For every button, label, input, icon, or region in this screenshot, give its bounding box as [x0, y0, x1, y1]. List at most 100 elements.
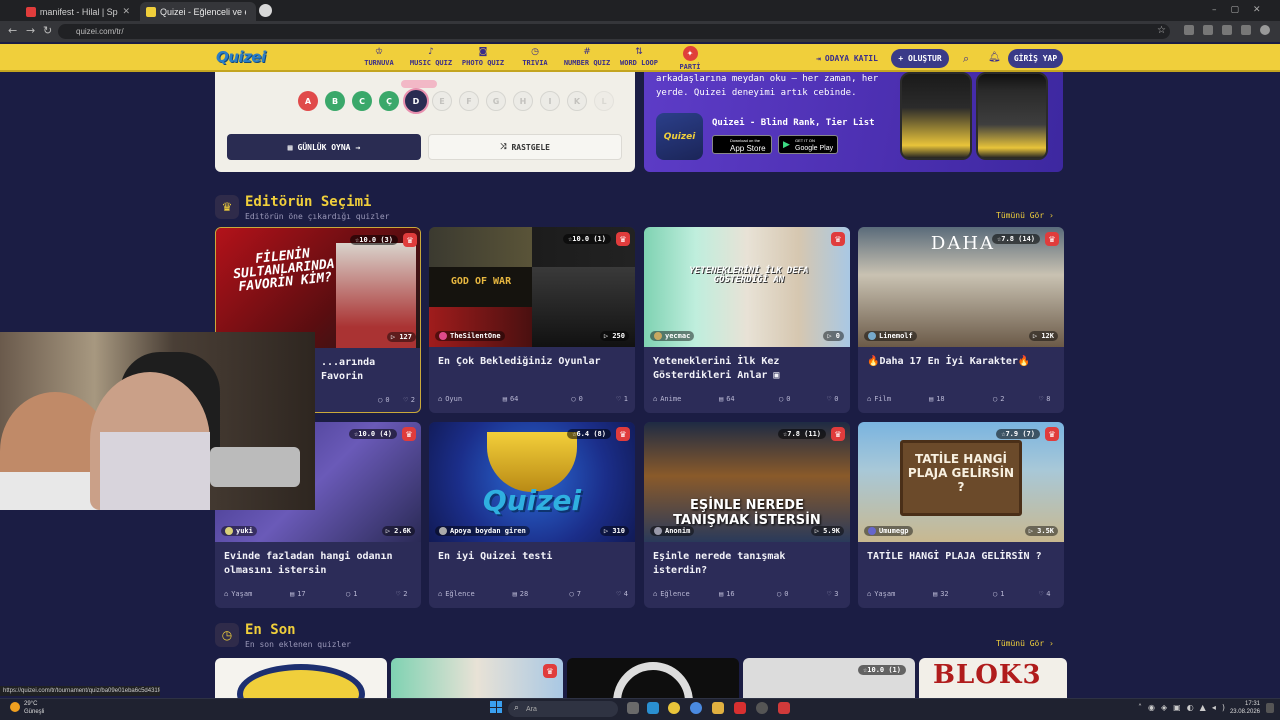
favorite-icon[interactable]: ♛ — [1045, 427, 1059, 441]
shuffle-icon: ⤨ — [500, 142, 507, 151]
favorite-icon[interactable]: ♛ — [403, 233, 417, 247]
app-icon[interactable] — [756, 702, 768, 714]
app-icon[interactable] — [690, 702, 702, 714]
author-chip: Umumegp — [864, 526, 913, 536]
favorite-icon[interactable]: ♛ — [1045, 232, 1059, 246]
rating-badge: ☆7.8 (14) — [992, 234, 1040, 244]
quiz-card[interactable]: EŞİNLE NEREDE TANIŞMAK İSTERSİN ☆7.8 (11… — [644, 422, 850, 608]
google-play-button[interactable]: ▶ GET IT ON Google Play — [778, 135, 838, 154]
browser-tab-active[interactable]: Quizei - Eğlenceli ve etkileşimli — [140, 2, 256, 21]
clock[interactable]: 17:31 23.08.2026 — [1228, 700, 1260, 716]
letter-circle[interactable]: H — [513, 91, 533, 111]
random-button[interactable]: ⤨ RASTGELE — [428, 134, 622, 160]
quiz-card[interactable]: Quizei ☆6.4 (8) ♛ Apoya boydan giren ▷ 3… — [429, 422, 635, 608]
favorite-icon[interactable]: ♛ — [616, 427, 630, 441]
bookmark-star-icon[interactable]: ☆ — [1157, 25, 1166, 36]
site-logo[interactable]: Quizei — [216, 48, 266, 66]
favorite-icon[interactable]: ♛ — [831, 232, 845, 246]
author-chip: Anonim — [650, 526, 695, 536]
system-tray-icons[interactable]: ˄◉◈▣◐▲◂) — [1138, 703, 1231, 712]
quiz-card[interactable]: ☆10.0 (1) — [743, 658, 915, 698]
search-icon[interactable]: ⌕ — [963, 52, 969, 66]
quiz-card[interactable]: GOD OF WAR ☆10.0 (1) ♛ TheSilentOne ▷ 25… — [429, 227, 635, 413]
letter-circle[interactable]: F — [459, 91, 479, 111]
url-bar[interactable]: quizei.com/tr/ — [58, 24, 1170, 39]
quiz-title: Evinde fazladan hangi odanın olmasını is… — [224, 551, 393, 576]
letter-circle[interactable]: K — [567, 91, 587, 111]
weather-icon[interactable] — [10, 702, 20, 712]
letter-circle-current[interactable]: D — [403, 88, 429, 114]
new-tab-icon[interactable] — [259, 4, 272, 17]
notification-icon[interactable] — [1266, 703, 1274, 713]
favorite-icon[interactable]: ♛ — [543, 664, 557, 678]
sidebar-icon[interactable] — [1241, 25, 1251, 35]
quiz-card[interactable]: ♛ — [391, 658, 563, 698]
app-store-button[interactable]: Download on the App Store — [712, 135, 772, 154]
favorite-icon[interactable]: ♛ — [616, 232, 630, 246]
join-room-button[interactable]: ⇥ ODAYA KATIL — [812, 49, 882, 68]
weather-widget[interactable]: 29°C Güneşli — [24, 700, 44, 716]
nav-trivia[interactable]: ◷ TRIVIA — [520, 47, 550, 67]
nav-tournament[interactable]: ♔ TURNUVA — [363, 47, 395, 67]
bell-icon[interactable]: 🔔︎ — [988, 52, 1001, 63]
favorite-icon[interactable]: ♛ — [831, 427, 845, 441]
create-button[interactable]: + OLUŞTUR — [891, 49, 949, 68]
taskbar-search[interactable]: ⌕ Ara — [508, 701, 618, 717]
back-icon[interactable]: ← — [8, 24, 17, 37]
profile-avatar[interactable] — [1260, 25, 1270, 35]
nav-music-quiz[interactable]: ♪ MUSIC QUIZ — [409, 47, 453, 67]
forward-icon[interactable]: → — [26, 24, 35, 37]
see-all-link[interactable]: Tümünü Gör › — [996, 211, 1054, 220]
nav-party[interactable]: ✦ PARTİ — [677, 46, 703, 71]
extension-icon[interactable] — [1203, 25, 1213, 35]
quiz-thumbnail: EŞİNLE NEREDE TANIŞMAK İSTERSİN ☆7.8 (11… — [644, 422, 850, 542]
letter-circle[interactable]: L — [594, 91, 614, 111]
task-view-icon[interactable] — [627, 702, 639, 714]
quiz-card[interactable]: DAHA ☆7.8 (14) ♛ Linemolf ▷ 12K 🔥Daha 17… — [858, 227, 1064, 413]
play-count: ▷ 3.5K — [1024, 526, 1058, 536]
file-explorer-icon[interactable] — [712, 702, 724, 714]
edge-icon[interactable] — [647, 702, 659, 714]
quiz-card[interactable] — [567, 658, 739, 698]
club-logo-image — [237, 664, 365, 698]
comment-count: ◯ 1 — [993, 590, 1005, 598]
quiz-card[interactable]: YETENEKLERİNİ İLK DEFA GÖSTERDİĞİ AN ♛ y… — [644, 227, 850, 413]
nav-number-quiz[interactable]: # NUMBER QUIZ — [563, 47, 611, 67]
music-icon: ♪ — [428, 47, 434, 57]
browser-tab[interactable]: manifest - Hilal | Special D ✕ — [20, 2, 136, 21]
chrome-icon[interactable] — [668, 702, 680, 714]
windows-start-icon[interactable] — [490, 701, 502, 713]
download-icon[interactable] — [1222, 25, 1232, 35]
daily-play-button[interactable]: ▦ GÜNLÜK OYNA → — [227, 134, 421, 160]
app-icon[interactable] — [734, 702, 746, 714]
letter-circle[interactable]: A — [298, 91, 318, 111]
extension-icons[interactable]: ⋮ — [1184, 25, 1280, 36]
trophy-image — [487, 432, 577, 492]
letter-circle[interactable]: E — [432, 91, 452, 111]
letter-circle[interactable]: G — [486, 91, 506, 111]
see-all-link[interactable]: Tümünü Gör › — [996, 639, 1054, 648]
reload-icon[interactable]: ↻ — [43, 24, 52, 37]
like-count: ♡ 0 — [827, 395, 839, 403]
window-controls-icon[interactable]: –▢✕ — [1212, 5, 1275, 15]
favorite-icon[interactable]: ♛ — [402, 427, 416, 441]
quiz-card[interactable]: TATİLE HANGİ PLAJA GELİRSİN ? ☆7.9 (7) ♛… — [858, 422, 1064, 608]
avatar — [439, 527, 447, 535]
letter-circle[interactable]: I — [540, 91, 560, 111]
quiz-card[interactable] — [215, 658, 387, 698]
category-label: ⌂ Anime — [653, 395, 682, 403]
login-button[interactable]: GİRİŞ YAP — [1008, 49, 1063, 68]
like-count: ♡ 4 — [1039, 590, 1051, 598]
letter-circle[interactable]: B — [325, 91, 345, 111]
nav-photo-quiz[interactable]: ◙ PHOTO QUIZ — [461, 47, 505, 67]
extension-icon[interactable] — [1184, 25, 1194, 35]
like-count: ♡ 2 — [396, 590, 408, 598]
letter-circle[interactable]: Ç — [379, 91, 399, 111]
nav-word-loop[interactable]: ⇅ WORD LOOP — [619, 47, 659, 67]
app-icon[interactable] — [778, 702, 790, 714]
play-count: ▷ 250 — [599, 331, 629, 341]
letter-circle[interactable]: C — [352, 91, 372, 111]
play-count: ▷ 12K — [1028, 331, 1058, 341]
close-icon[interactable]: ✕ — [122, 6, 130, 17]
quiz-card[interactable]: BLOK3 — [919, 658, 1067, 698]
